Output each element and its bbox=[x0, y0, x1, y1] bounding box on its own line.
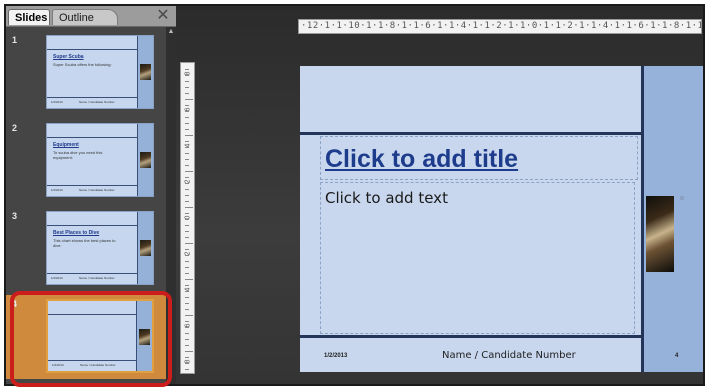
slide-image-thumb bbox=[140, 240, 151, 256]
ruler-tick bbox=[185, 231, 189, 232]
ruler-tick bbox=[185, 201, 189, 202]
slide-number: 1 bbox=[12, 35, 18, 45]
slide-thumbnail-1[interactable]: 1 Super Scuba Super Scuba offers the fol… bbox=[6, 31, 166, 115]
ruler-tick bbox=[185, 81, 189, 82]
ruler-tick bbox=[185, 171, 193, 172]
thumb-title: Best Places to Dive bbox=[53, 230, 100, 236]
ruler-tick bbox=[185, 333, 189, 334]
slide-number: 2 bbox=[12, 123, 18, 133]
thumb-text: Super Scuba offers the following: bbox=[53, 62, 112, 67]
ruler-label: 6 bbox=[184, 323, 192, 328]
slide-preview[interactable]: Super Scuba Super Scuba offers the follo… bbox=[46, 35, 154, 109]
ruler-tick bbox=[185, 189, 189, 190]
ruler-label: 0 bbox=[184, 215, 192, 220]
vertical-ruler[interactable]: 8 6 4 2 0 2 4 6 8 bbox=[180, 62, 195, 374]
tab-slides[interactable]: Slides bbox=[8, 9, 50, 25]
ruler-tick bbox=[185, 267, 189, 268]
title-placeholder-text: Click to add title bbox=[325, 145, 519, 173]
ruler-tick bbox=[185, 279, 193, 280]
slide-thumbnail-list: 1 Super Scuba Super Scuba offers the fol… bbox=[6, 27, 166, 384]
slide-thumbnail-2[interactable]: 2 Equipment To scuba dive you need this … bbox=[6, 119, 166, 203]
current-slide: Click to add title Click to add text 1/2… bbox=[300, 66, 703, 372]
slide-number: 3 bbox=[12, 211, 18, 221]
thumb-text: To scuba dive you need this equipment: bbox=[53, 150, 103, 160]
title-placeholder[interactable]: Click to add title bbox=[320, 136, 638, 180]
slide-preview[interactable]: 1/2/2013 Name / Candidate Number bbox=[46, 299, 154, 373]
slide-image-thumb bbox=[139, 329, 150, 345]
slide-thumbnail-4[interactable]: 4 1/2/2013 Name / Candidate Number bbox=[6, 295, 166, 379]
thumb-date: 1/2/2013 bbox=[52, 363, 64, 367]
slide-image-thumb bbox=[140, 152, 151, 168]
ruler-tick bbox=[185, 225, 189, 226]
ruler-tick bbox=[185, 297, 189, 298]
ruler-tick bbox=[185, 315, 193, 316]
ruler-label: 6 bbox=[184, 107, 192, 112]
slide-preview[interactable]: Equipment To scuba dive you need this eq… bbox=[46, 123, 154, 197]
thumb-text: This chart shows the best places to dive… bbox=[53, 238, 116, 248]
ruler-label: 2 bbox=[184, 179, 192, 184]
slide-number-footer[interactable]: 4 bbox=[675, 353, 678, 359]
ruler-label: 8 bbox=[184, 71, 192, 76]
thumb-footer-name: Name / Candidate Number bbox=[79, 188, 115, 192]
ruler-tick bbox=[185, 153, 189, 154]
ruler-tick bbox=[185, 237, 189, 238]
panel-tab-strip: Slides Outline ✕ bbox=[6, 6, 176, 27]
ruler-tick bbox=[185, 351, 193, 352]
content-placeholder[interactable]: Click to add text bbox=[320, 182, 635, 334]
ruler-tick bbox=[185, 159, 189, 160]
resize-handle[interactable] bbox=[680, 196, 684, 200]
ruler-tick bbox=[185, 261, 189, 262]
ruler-tick bbox=[185, 339, 189, 340]
powerpoint-window: Slides Outline ✕ 1 Super Scuba Super Scu… bbox=[4, 4, 705, 386]
ruler-tick bbox=[185, 303, 189, 304]
ruler-tick bbox=[185, 87, 189, 88]
thumb-footer-name: Name / Candidate Number bbox=[79, 276, 115, 280]
ruler-label: 2 bbox=[184, 251, 192, 256]
ruler-tick bbox=[185, 123, 189, 124]
thumb-footer-name: Name / Candidate Number bbox=[80, 363, 116, 367]
scroll-up-icon[interactable]: ▲ bbox=[166, 27, 176, 37]
slide-thumbnail-3[interactable]: 3 Best Places to Dive This chart shows t… bbox=[6, 207, 166, 291]
thumb-footer-name: Name / Candidate Number bbox=[79, 100, 115, 104]
ruler-tick bbox=[185, 243, 193, 244]
tab-outline[interactable]: Outline bbox=[52, 9, 118, 25]
ruler-tick bbox=[185, 165, 189, 166]
lionfish-image[interactable] bbox=[646, 196, 674, 272]
thumb-date: 1/2/2013 bbox=[51, 188, 63, 192]
ruler-tick bbox=[185, 207, 193, 208]
thumb-title: Equipment bbox=[53, 142, 79, 148]
ruler-label: 4 bbox=[184, 143, 192, 148]
ruler-tick bbox=[185, 129, 189, 130]
footer-text[interactable]: Name / Candidate Number bbox=[442, 350, 576, 361]
thumb-date: 1/2/2013 bbox=[51, 100, 63, 104]
thumb-title: Super Scuba bbox=[53, 54, 84, 60]
ruler-tick bbox=[185, 309, 189, 310]
thumb-date: 1/2/2013 bbox=[51, 276, 63, 280]
ruler-tick bbox=[185, 345, 189, 346]
slide-image-thumb bbox=[140, 64, 151, 80]
ruler-label: 4 bbox=[184, 287, 192, 292]
ruler-tick bbox=[185, 117, 189, 118]
slides-panel: Slides Outline ✕ 1 Super Scuba Super Scu… bbox=[6, 6, 176, 384]
ruler-tick bbox=[185, 93, 189, 94]
ruler-tick bbox=[185, 135, 193, 136]
slide-number: 4 bbox=[12, 299, 18, 309]
close-icon[interactable]: ✕ bbox=[156, 8, 170, 24]
ruler-tick bbox=[185, 273, 189, 274]
ruler-tick bbox=[185, 99, 193, 100]
ruler-tick bbox=[185, 369, 189, 370]
horizontal-ruler[interactable]: ·12·1·1·10·1·1·8·1·1·6·1·1·4·1·1·2·1·1·0… bbox=[298, 19, 702, 34]
footer-date[interactable]: 1/2/2013 bbox=[324, 353, 347, 359]
thumbnail-scrollbar[interactable]: ▲ bbox=[166, 27, 176, 384]
slide-preview[interactable]: Best Places to Dive This chart shows the… bbox=[46, 211, 154, 285]
ruler-label: 8 bbox=[184, 359, 192, 364]
ruler-tick bbox=[185, 195, 189, 196]
content-placeholder-text: Click to add text bbox=[325, 189, 448, 207]
